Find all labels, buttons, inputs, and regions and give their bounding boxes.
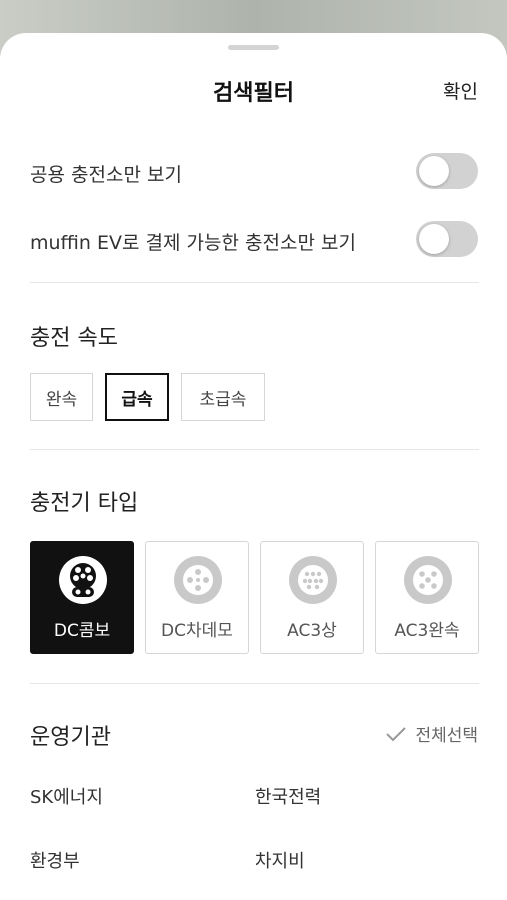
drag-handle[interactable] bbox=[228, 45, 279, 50]
confirm-button[interactable]: 확인 bbox=[443, 77, 478, 104]
dc-chademo-connector-icon bbox=[174, 556, 222, 604]
divider bbox=[30, 449, 479, 450]
page-title: 검색필터 bbox=[213, 81, 294, 106]
charger-type-label: DC차데모 bbox=[161, 621, 233, 641]
filter-bottom-sheet: 검색필터 확인 공용 충전소만 보기 muffin EV로 결제 가능한 충전소… bbox=[0, 33, 507, 900]
charger-type-ac3-slow[interactable]: AC3완속 bbox=[375, 541, 479, 654]
toggle-knob bbox=[419, 224, 449, 254]
operators-section-title: 운영기관 bbox=[30, 725, 111, 750]
charger-type-ac3-phase[interactable]: AC3상 bbox=[260, 541, 364, 654]
operator-item-chargev[interactable]: 차지비 bbox=[255, 847, 305, 873]
public-only-toggle[interactable] bbox=[416, 153, 478, 189]
ac3-phase-connector-icon bbox=[289, 556, 337, 604]
ac3-slow-connector-icon bbox=[404, 556, 452, 604]
divider bbox=[30, 683, 479, 684]
operator-item-ministry-environment[interactable]: 환경부 bbox=[30, 847, 80, 873]
speed-section-title: 충전 속도 bbox=[30, 326, 118, 351]
checkmark-icon bbox=[386, 726, 407, 741]
charger-type-label: DC콤보 bbox=[53, 621, 111, 641]
dc-combo-connector-icon bbox=[59, 556, 107, 604]
operator-item-kepco[interactable]: 한국전력 bbox=[255, 783, 321, 809]
speed-option-ultra-fast[interactable]: 초급속 bbox=[181, 373, 265, 421]
charger-type-label: AC3상 bbox=[287, 621, 337, 641]
divider bbox=[30, 282, 479, 283]
speed-option-fast[interactable]: 급속 bbox=[105, 373, 169, 421]
toggle-knob bbox=[419, 156, 449, 186]
muffin-pay-only-label: muffin EV로 결제 가능한 충전소만 보기 bbox=[30, 232, 356, 254]
charger-type-label: AC3완속 bbox=[394, 621, 460, 641]
public-only-label: 공용 충전소만 보기 bbox=[30, 164, 182, 186]
select-all-button[interactable]: 전체선택 bbox=[385, 721, 478, 746]
speed-option-slow[interactable]: 완속 bbox=[30, 373, 93, 421]
charger-type-dc-combo[interactable]: DC콤보 bbox=[30, 541, 134, 654]
muffin-pay-only-toggle[interactable] bbox=[416, 221, 478, 257]
operator-item-sk-energy[interactable]: SK에너지 bbox=[30, 783, 103, 809]
charger-type-section-title: 충전기 타입 bbox=[30, 491, 139, 516]
charger-type-dc-chademo[interactable]: DC차데모 bbox=[145, 541, 249, 654]
select-all-label: 전체선택 bbox=[415, 726, 478, 746]
